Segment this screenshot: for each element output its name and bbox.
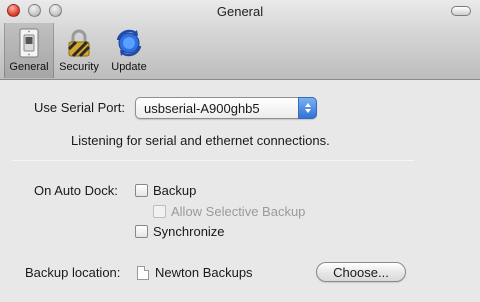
backup-location-label: Backup location:: [25, 265, 121, 280]
preferences-toolbar: General Security Update: [4, 23, 154, 78]
lock-icon: [67, 29, 91, 58]
title-toolbar: General General Security Update: [0, 0, 480, 80]
allow-selective-backup-checkbox: [153, 205, 166, 218]
update-icon: [116, 29, 142, 57]
tab-update[interactable]: Update: [104, 23, 154, 78]
section-divider: [12, 160, 414, 161]
backup-folder-name: Newton Backups: [155, 265, 253, 280]
chevron-updown-icon: [298, 97, 317, 119]
serial-port-row: Use Serial Port:: [34, 100, 125, 115]
toolbar-toggle-button[interactable]: [451, 6, 471, 16]
synchronize-checkbox[interactable]: [135, 225, 148, 238]
preferences-window: General General Security Update Use Seri…: [0, 0, 480, 302]
tab-general[interactable]: General: [4, 23, 54, 78]
serial-port-label: Use Serial Port:: [34, 100, 126, 115]
backup-checkbox-label[interactable]: Backup: [153, 183, 196, 198]
tab-general-label: General: [9, 61, 49, 73]
serial-port-value: usbserial-A900ghb5: [144, 100, 260, 116]
tab-update-label: Update: [111, 61, 147, 73]
window-title: General: [216, 4, 264, 19]
status-row: Listening for serial and ethernet connec…: [71, 133, 330, 148]
synchronize-checkbox-row[interactable]: Synchronize: [135, 224, 225, 239]
auto-dock-label: On Auto Dock:: [34, 183, 118, 198]
synchronize-checkbox-label[interactable]: Synchronize: [153, 224, 225, 239]
selective-backup-row: Allow Selective Backup: [153, 204, 305, 219]
serial-status-text: Listening for serial and ethernet connec…: [71, 133, 330, 148]
switch-icon: [19, 28, 39, 58]
choose-button[interactable]: Choose...: [316, 262, 406, 282]
backup-checkbox[interactable]: [135, 184, 148, 197]
document-icon: [137, 265, 149, 280]
backup-checkbox-row[interactable]: Backup: [135, 183, 196, 198]
allow-selective-backup-label: Allow Selective Backup: [171, 204, 306, 219]
backup-folder: Newton Backups: [137, 265, 253, 280]
tab-security-label: Security: [59, 61, 99, 73]
general-pane: Use Serial Port: usbserial-A900ghb5 List…: [0, 81, 480, 302]
auto-dock-row: On Auto Dock:: [34, 183, 118, 198]
serial-port-select[interactable]: usbserial-A900ghb5: [135, 97, 317, 119]
tab-security[interactable]: Security: [54, 23, 104, 78]
backup-location-row: Backup location:: [25, 265, 120, 280]
